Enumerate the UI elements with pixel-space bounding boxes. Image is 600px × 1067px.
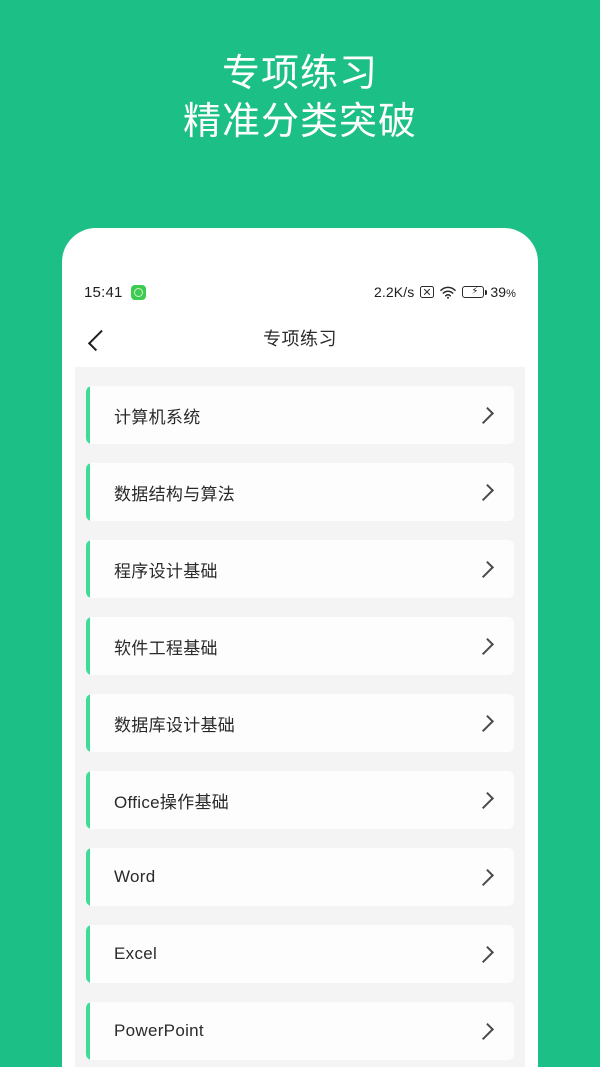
card-accent-bar: [86, 771, 90, 829]
list-item-label: 数据结构与算法: [114, 484, 236, 504]
category-list: 计算机系统数据结构与算法 程序设计基础 软件工程基础 数据库设计基础 Office操作基…: [75, 367, 525, 1060]
list-item-label: Office操作基础: [114, 792, 230, 812]
wifi-icon: [440, 286, 457, 299]
list-item-label: Word: [114, 867, 156, 886]
headline-line-2: 精准分类突破: [182, 101, 417, 143]
list-item-label: 软件工程基础: [114, 638, 218, 658]
promo-screen: 专项练习 精准分类突破 15:41 2.2K/s ⚡ 39% 专项练习 计算机系…: [0, 0, 600, 1067]
headline-line-1: 专项练习: [221, 53, 378, 95]
status-time: 15:41: [84, 283, 123, 301]
app-badge-glyph: [133, 287, 143, 297]
list-item[interactable]: 数据结构与算法: [86, 463, 514, 521]
status-bar: 15:41 2.2K/s ⚡ 39%: [62, 278, 538, 306]
card-accent-bar: [86, 925, 90, 983]
status-bar-right: 2.2K/s ⚡ 39%: [374, 284, 516, 300]
list-item[interactable]: 数据库设计基础: [86, 694, 514, 752]
phone-frame: 15:41 2.2K/s ⚡ 39% 专项练习 计算机系统 数据结构与算法 程序…: [62, 228, 538, 1067]
page-title: 专项练习: [263, 329, 337, 349]
list-item[interactable]: Word: [86, 848, 514, 906]
list-item[interactable]: Excel: [86, 925, 514, 983]
list-item-label: PowerPoint: [114, 1021, 204, 1040]
list-item-label: 程序设计基础: [114, 561, 218, 581]
card-accent-bar: [86, 617, 90, 675]
network-speed-label: 2.2K/s: [374, 284, 415, 300]
list-item[interactable]: 软件工程基础: [86, 617, 514, 675]
category-list-area: 计算机系统数据结构与算法 程序设计基础 软件工程基础 数据库设计基础 Office操作基…: [75, 367, 525, 1067]
list-item[interactable]: 程序设计基础: [86, 540, 514, 598]
list-item[interactable]: Office操作基础: [86, 771, 514, 829]
card-accent-bar: [86, 848, 90, 906]
battery-percent-label: 39%: [490, 284, 516, 300]
boxed-x-icon: [420, 286, 435, 298]
status-bar-left: 15:41: [84, 284, 146, 301]
card-accent-bar: [86, 694, 90, 752]
card-accent-bar: [86, 386, 90, 444]
charging-bolt-icon: ⚡: [471, 286, 479, 298]
battery-percent-value: 39: [490, 284, 507, 300]
percent-sign: %: [506, 288, 516, 300]
battery-charging-icon: ⚡: [462, 286, 487, 298]
card-accent-bar: [86, 1002, 90, 1060]
app-badge-icon: [130, 284, 146, 300]
list-item-label: 计算机系统: [114, 407, 201, 427]
promo-headline: 专项练习 精准分类突破: [0, 50, 600, 146]
card-accent-bar: [86, 540, 90, 598]
nav-bar: 专项练习: [62, 312, 538, 367]
list-item[interactable]: PowerPoint: [86, 1002, 514, 1060]
list-item-label: 数据库设计基础: [114, 715, 236, 735]
card-accent-bar: [86, 463, 90, 521]
list-item-label: Excel: [114, 944, 158, 963]
list-item[interactable]: 计算机系统: [86, 386, 514, 444]
